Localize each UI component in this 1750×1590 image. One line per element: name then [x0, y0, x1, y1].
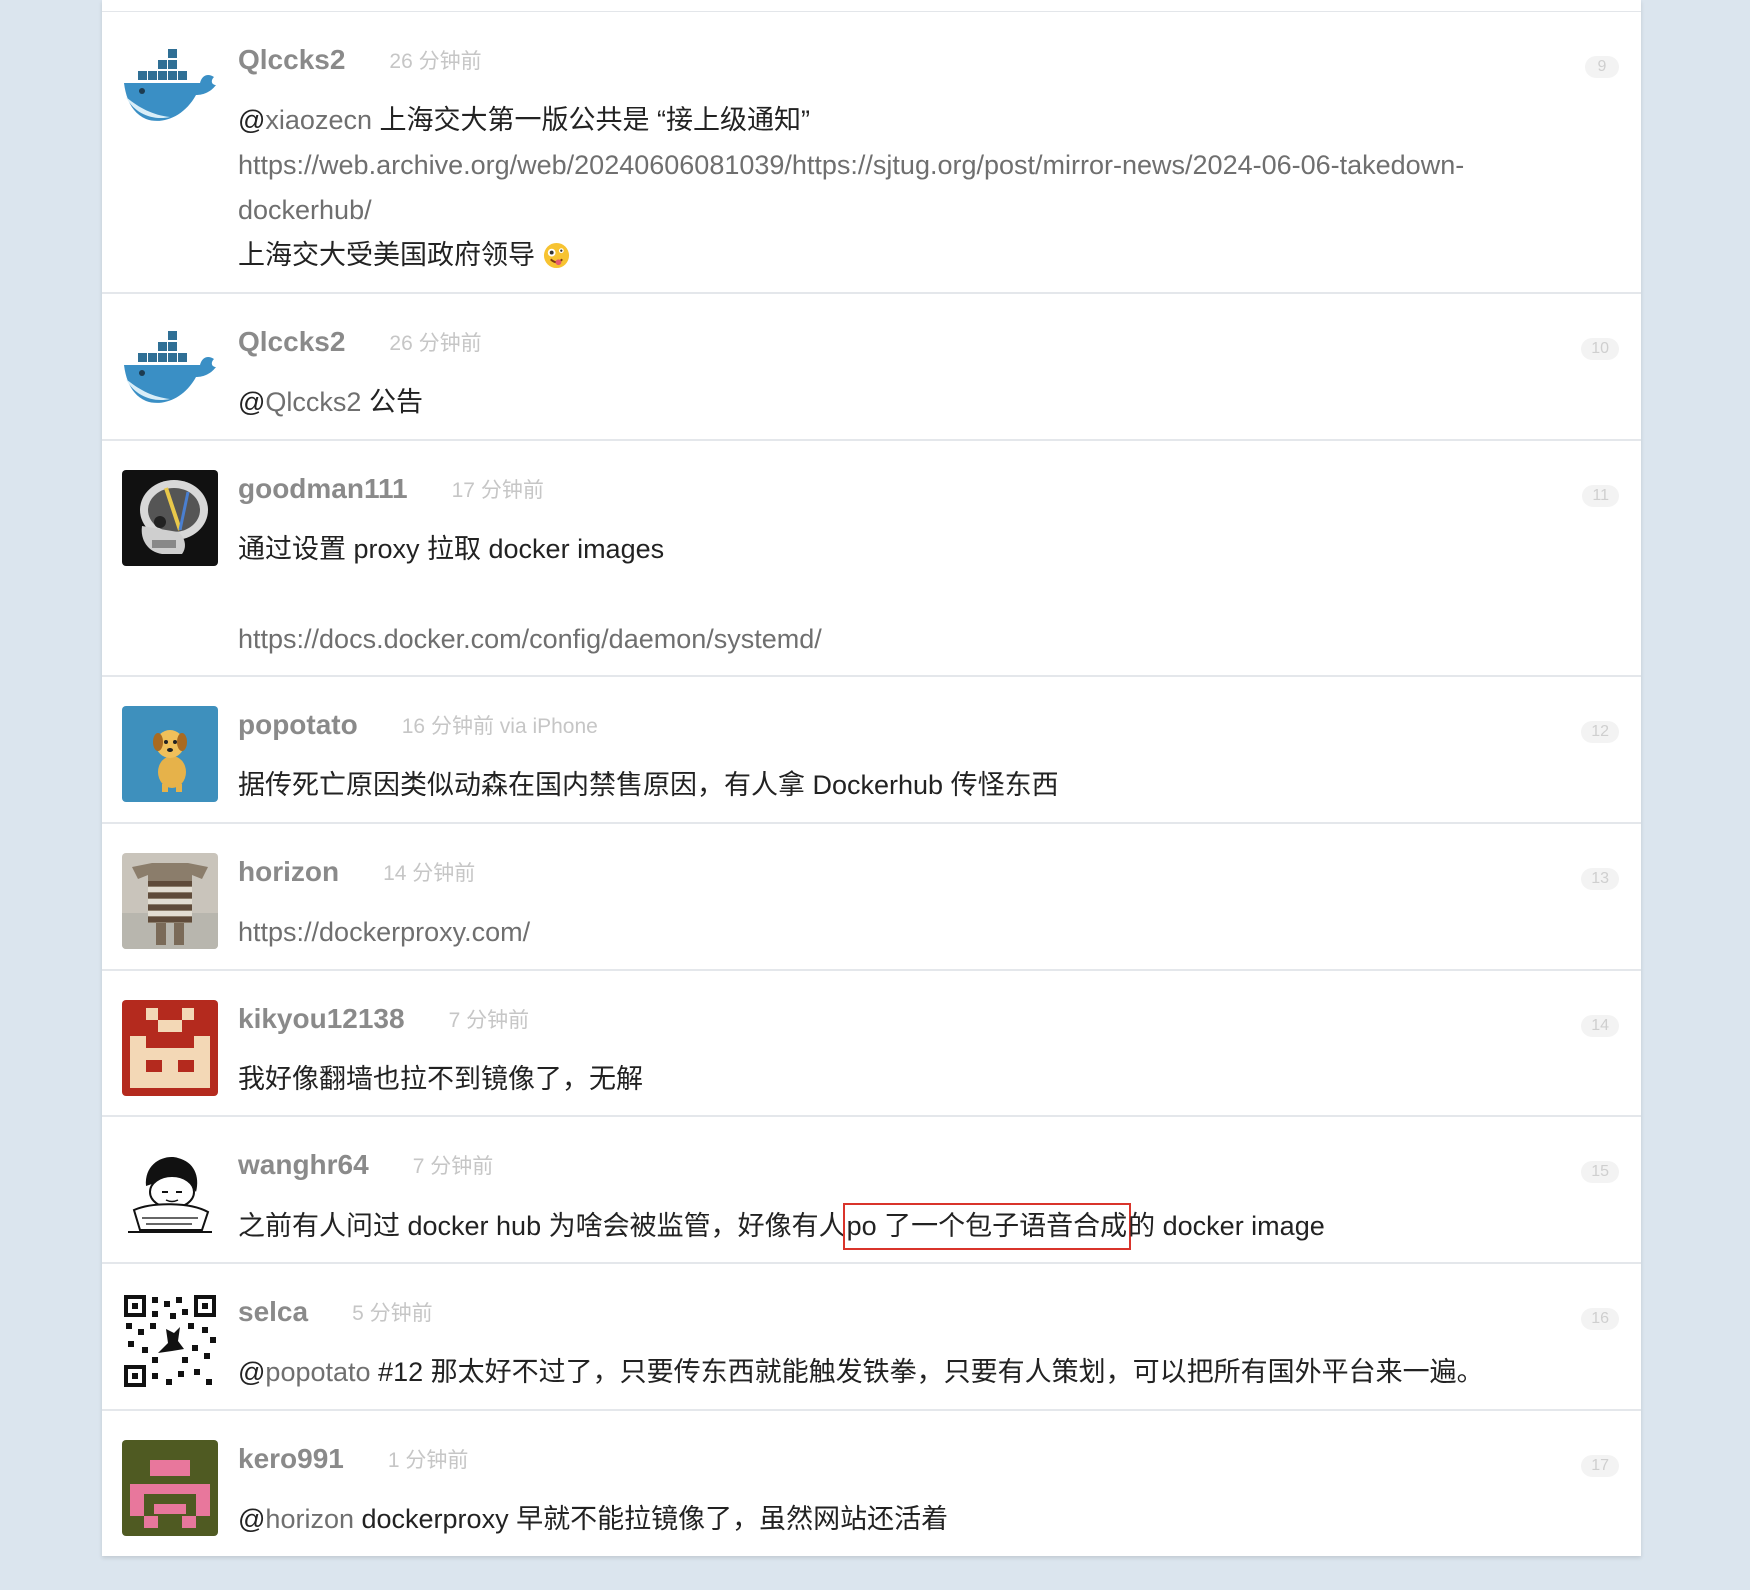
username[interactable]: goodman111: [238, 473, 408, 505]
reply-item: Qlccks2 26 分钟前 9 @xiaozecn 上海交大第一版公共是 “接…: [102, 12, 1641, 294]
reply-content: @horizon dockerproxy 早就不能拉镜像了，虽然网站还活着: [238, 1504, 949, 1534]
reply-content: @xiaozecn 上海交大第一版公共是 “接上级通知” https://web…: [238, 105, 1465, 270]
floor-number: 13: [1581, 868, 1619, 890]
archive-link[interactable]: https://web.archive.org/web/202406060810…: [238, 150, 1464, 180]
avatar-pixel-red[interactable]: [122, 1000, 218, 1096]
username[interactable]: Qlccks2: [238, 44, 345, 76]
floor-number: 12: [1581, 721, 1619, 743]
docker-whale-icon: [122, 41, 218, 137]
floor-number: 10: [1581, 338, 1619, 360]
avatar-docker-whale[interactable]: [122, 41, 218, 137]
reply-item: Qlccks2 26 分钟前 10 @Qlccks2 公告: [102, 294, 1641, 441]
dog-icon: [122, 706, 218, 802]
reply-content: 通过设置 proxy 拉取 docker images https://docs…: [238, 527, 1568, 662]
reply-content: @Qlccks2 公告: [238, 387, 423, 417]
reply-item: kikyou12138 7 分钟前 14 我好像翻墙也拉不到镜像了，无解: [102, 971, 1641, 1117]
reply-text: 公告: [368, 387, 423, 417]
avatar-dog[interactable]: [122, 706, 218, 802]
floor-number: 11: [1582, 485, 1619, 507]
reply-item: goodman111 17 分钟前 11 通过设置 proxy 拉取 docke…: [102, 441, 1641, 677]
reply-time: 14 分钟前: [383, 862, 476, 885]
reply-item: kero991 1 分钟前 17 @horizon dockerproxy 早就…: [102, 1411, 1641, 1556]
mention-link[interactable]: xiaozecn: [265, 105, 372, 135]
reply-text: 之前有人问过 docker hub 为啥会被监管，好像有人: [238, 1211, 846, 1241]
reply-list: Qlccks2 26 分钟前 9 @xiaozecn 上海交大第一版公共是 “接…: [102, 0, 1641, 1556]
mention-link[interactable]: horizon: [265, 1504, 354, 1534]
floor-number: 16: [1581, 1308, 1619, 1330]
reply-time: 7 分钟前: [448, 1009, 530, 1032]
reply-time: 26 分钟前: [389, 332, 482, 355]
archive-link-continued[interactable]: dockerhub/: [238, 195, 372, 225]
reply-content: @popotato #12 那太好不过了，只要传东西就能触发铁拳，只要有人策划，…: [238, 1357, 1484, 1387]
reply-item: popotato 16 分钟前 via iPhone 12 据传死亡原因类似动森…: [102, 677, 1641, 824]
docker-whale-icon: [122, 323, 218, 419]
reply-time: 16 分钟前 via iPhone: [401, 715, 598, 738]
cartoon-sketch-icon: [122, 1146, 218, 1242]
reply-text: 我好像翻墙也拉不到镜像了，无解: [238, 1064, 643, 1094]
floor-number: 9: [1585, 56, 1619, 78]
mention-link[interactable]: Qlccks2: [265, 387, 361, 417]
avatar-skull[interactable]: [122, 470, 218, 566]
reply-content: 之前有人问过 docker hub 为啥会被监管，好像有人po 了一个包子语音合…: [238, 1203, 1568, 1250]
reply-text: 通过设置 proxy 拉取 docker images: [238, 534, 665, 564]
reply-text: 上海交大第一版公共是 “接上级通知”: [379, 105, 810, 135]
reply-item: selca 5 分钟前 16 @popotato #12 那太好不过了，只要传东…: [102, 1264, 1641, 1411]
crazy-face-emoji-icon: [543, 242, 569, 269]
reply-text: 上海交大受美国政府领导: [238, 240, 535, 270]
avatar-qr-code[interactable]: [122, 1293, 218, 1389]
reply-text: dockerproxy 早就不能拉镜像了，虽然网站还活着: [361, 1504, 949, 1534]
reply-item: wanghr64 7 分钟前 15 之前有人问过 docker hub 为啥会被…: [102, 1117, 1641, 1264]
avatar-docker-whale[interactable]: [122, 323, 218, 419]
reply-content: 据传死亡原因类似动森在国内禁售原因，有人拿 Dockerhub 传怪东西: [238, 763, 1568, 808]
reply-time: 5 分钟前: [352, 1302, 433, 1325]
avatar-sketch[interactable]: [122, 1146, 218, 1242]
avatar-photo[interactable]: [122, 853, 218, 949]
username[interactable]: horizon: [238, 856, 339, 888]
floor-number: 15: [1581, 1161, 1619, 1183]
skull-xray-icon: [122, 470, 218, 566]
reply-content: https://dockerproxy.com/: [238, 910, 1568, 955]
highlighted-text: po 了一个包子语音合成: [842, 1203, 1132, 1250]
username[interactable]: popotato: [238, 709, 358, 741]
reply-text: #12 那太好不过了，只要传东西就能触发铁拳，只要有人策划，可以把所有国外平台来…: [378, 1357, 1484, 1387]
floor-number: 17: [1581, 1455, 1619, 1477]
reply-time: 17 分钟前: [451, 479, 544, 502]
avatar-pixel-green[interactable]: [122, 1440, 218, 1536]
floor-number: 14: [1581, 1015, 1619, 1037]
pixel-pattern-icon: [122, 1000, 218, 1096]
reply-text: 据传死亡原因类似动森在国内禁售原因，有人拿 Dockerhub 传怪东西: [238, 770, 1059, 800]
reply-time: 26 分钟前: [389, 50, 482, 73]
docs-link[interactable]: https://docs.docker.com/config/daemon/sy…: [238, 624, 822, 654]
username[interactable]: wanghr64: [238, 1149, 369, 1181]
username[interactable]: kikyou12138: [238, 1003, 405, 1035]
qr-code-icon: [122, 1293, 218, 1389]
person-photo-icon: [122, 853, 218, 949]
reply-time: 7 分钟前: [412, 1155, 494, 1178]
username[interactable]: kero991: [238, 1443, 344, 1475]
proxy-link[interactable]: https://dockerproxy.com/: [238, 917, 530, 947]
reply-time: 1 分钟前: [387, 1449, 469, 1472]
mention-link[interactable]: popotato: [265, 1357, 370, 1387]
pixel-pattern-icon: [122, 1440, 218, 1536]
reply-item: horizon 14 分钟前 13 https://dockerproxy.co…: [102, 824, 1641, 971]
reply-content: 我好像翻墙也拉不到镜像了，无解: [238, 1057, 1568, 1102]
reply-text: 的 docker image: [1128, 1211, 1325, 1241]
username[interactable]: selca: [238, 1296, 308, 1328]
username[interactable]: Qlccks2: [238, 326, 345, 358]
